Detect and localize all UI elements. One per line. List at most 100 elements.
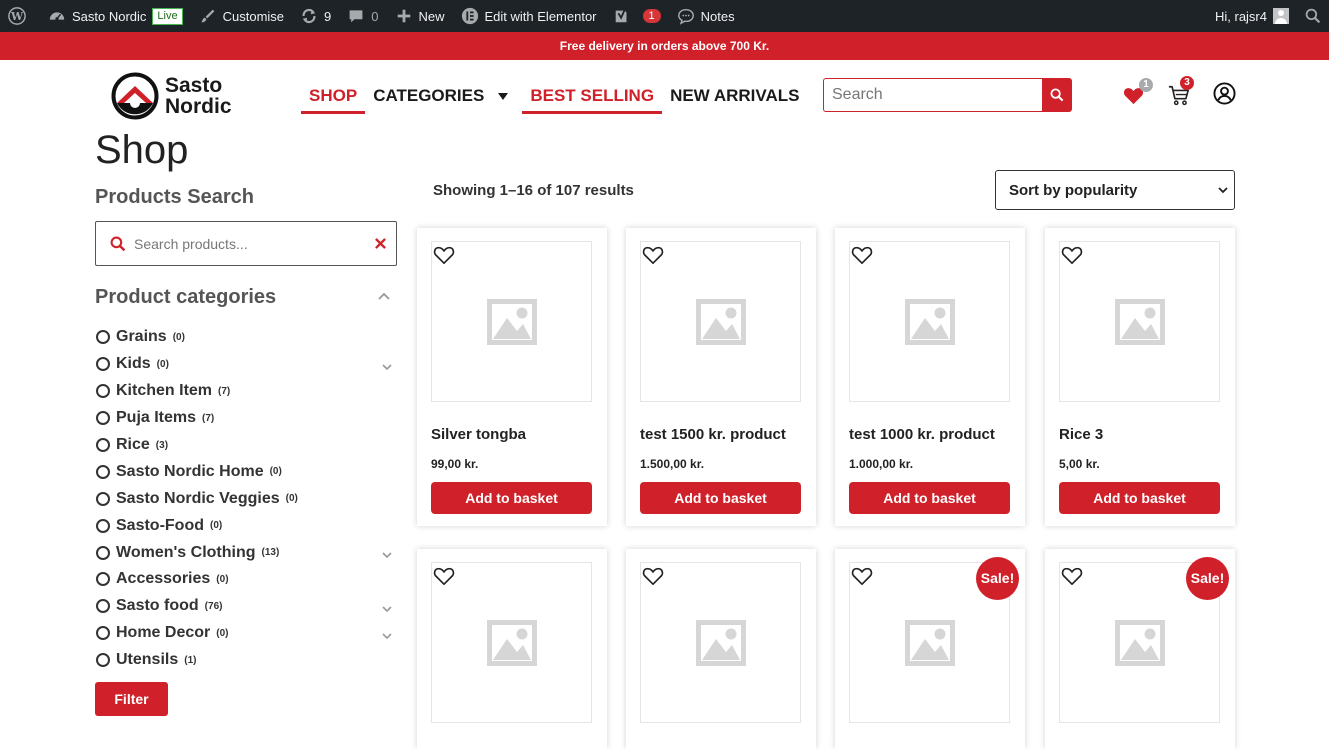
heart-icon[interactable]: [433, 566, 455, 586]
add-to-basket-button[interactable]: Add to basket: [640, 482, 801, 514]
product-image-placeholder[interactable]: [849, 241, 1010, 402]
category-count: (7): [218, 385, 231, 397]
updates-count: 9: [324, 8, 332, 24]
heart-icon[interactable]: [851, 245, 873, 265]
category-radio[interactable]: [96, 411, 110, 426]
product-title[interactable]: test 1000 kr. product: [849, 426, 995, 443]
product-title[interactable]: Silver tongba: [431, 426, 526, 443]
product-title[interactable]: Rice 3: [1059, 426, 1103, 443]
product-card[interactable]: Rice 3 5,00 kr. Add to basket: [1045, 228, 1235, 526]
product-image-placeholder[interactable]: [431, 241, 592, 402]
category-name: Sasto food: [116, 597, 199, 615]
admin-search-button[interactable]: [1297, 0, 1329, 32]
product-card[interactable]: Sale!: [1045, 549, 1235, 749]
category-radio[interactable]: [96, 330, 110, 345]
category-item[interactable]: Sasto Nordic Home (0): [95, 458, 397, 485]
category-item[interactable]: Grains (0): [95, 324, 397, 351]
chevron-down-icon[interactable]: [382, 546, 392, 564]
header-search-input[interactable]: [823, 78, 1042, 112]
category-list: Grains (0) Kids (0) Kitchen Item (7) Puja Item…: [95, 324, 397, 674]
category-radio[interactable]: [96, 491, 110, 506]
category-radio[interactable]: [96, 464, 110, 479]
category-radio[interactable]: [96, 626, 110, 641]
add-to-basket-button[interactable]: Add to basket: [431, 482, 592, 514]
chevron-down-icon[interactable]: [382, 358, 392, 376]
sort-select[interactable]: Sort by popularity: [995, 170, 1235, 210]
product-card[interactable]: test 1000 kr. product 1.000,00 kr. Add to …: [835, 228, 1025, 526]
category-item[interactable]: Home Decor (0): [95, 620, 397, 647]
category-item[interactable]: Rice (3): [95, 432, 397, 459]
category-item[interactable]: Utensils (1): [95, 647, 397, 674]
new-content-menu[interactable]: New: [387, 0, 453, 32]
filter-button[interactable]: Filter: [95, 682, 168, 716]
nav-shop[interactable]: Shop: [301, 78, 366, 114]
updates-link[interactable]: 9: [292, 0, 339, 32]
updates-icon: [300, 7, 318, 25]
category-name: Home Decor: [116, 624, 211, 642]
cart-link[interactable]: 3: [1167, 76, 1194, 107]
user-account-icon: [1212, 81, 1236, 105]
my-account-menu[interactable]: Hi, rajsr4: [1207, 0, 1297, 32]
customise-link[interactable]: Customise: [191, 0, 292, 32]
add-to-basket-button[interactable]: Add to basket: [1059, 482, 1220, 514]
nav-new-arrivals[interactable]: New Arrivals: [662, 78, 807, 114]
category-item[interactable]: Sasto-Food (0): [95, 512, 397, 539]
category-item[interactable]: Women's Clothing (13): [95, 539, 397, 566]
chevron-down-icon[interactable]: [382, 627, 392, 645]
account-link[interactable]: [1212, 81, 1236, 105]
product-card[interactable]: [417, 549, 607, 749]
site-logo[interactable]: Sasto Nordic: [111, 72, 232, 120]
category-item[interactable]: Kids (0): [95, 351, 397, 378]
category-item[interactable]: Sasto Nordic Veggies (0): [95, 485, 397, 512]
header-search-button[interactable]: [1042, 78, 1072, 112]
image-placeholder-icon: [692, 293, 750, 351]
products-search-input[interactable]: [134, 235, 354, 252]
nav-categories[interactable]: Categories: [365, 78, 516, 114]
category-radio[interactable]: [96, 384, 110, 399]
product-image-placeholder[interactable]: [1059, 241, 1220, 402]
product-image-placeholder[interactable]: [431, 562, 592, 723]
product-categories-heading: Product categories: [95, 286, 277, 308]
comments-link[interactable]: 0: [339, 0, 386, 32]
clear-search-icon[interactable]: [375, 238, 386, 249]
product-card[interactable]: test 1500 kr. product 1.500,00 kr. Add to …: [626, 228, 816, 526]
wishlist-count-badge: 1: [1139, 78, 1153, 92]
category-radio[interactable]: [96, 599, 110, 614]
wishlist-link[interactable]: 1: [1122, 78, 1153, 106]
category-item[interactable]: Kitchen Item (7): [95, 378, 397, 405]
wordpress-logo-menu[interactable]: W: [0, 0, 40, 32]
category-radio[interactable]: [96, 653, 110, 668]
product-image-placeholder[interactable]: [640, 562, 801, 723]
sale-badge: Sale!: [1186, 557, 1229, 600]
heart-icon[interactable]: [1061, 245, 1083, 265]
product-title[interactable]: test 1500 kr. product: [640, 426, 786, 443]
category-radio[interactable]: [96, 545, 110, 560]
heart-icon[interactable]: [433, 245, 455, 265]
chevron-down-icon[interactable]: [382, 600, 392, 618]
category-item[interactable]: Accessories (0): [95, 566, 397, 593]
notes-link[interactable]: Notes: [669, 0, 743, 32]
site-name-menu[interactable]: Sasto Nordic Live: [40, 0, 191, 32]
heart-icon[interactable]: [851, 566, 873, 586]
search-icon: [1050, 88, 1064, 102]
product-image-placeholder[interactable]: [640, 241, 801, 402]
heart-icon[interactable]: [1061, 566, 1083, 586]
product-card[interactable]: [626, 549, 816, 749]
product-price: 1.000,00 kr.: [849, 457, 914, 471]
category-item[interactable]: Puja Items (7): [95, 405, 397, 432]
nav-best-selling[interactable]: Best Selling: [522, 78, 662, 114]
notes-speech-icon: [677, 7, 695, 25]
chevron-up-icon[interactable]: [378, 292, 390, 300]
product-card[interactable]: Silver tongba 99,00 kr. Add to basket: [417, 228, 607, 526]
category-item[interactable]: Sasto food (76): [95, 593, 397, 620]
edit-with-elementor-link[interactable]: Edit with Elementor: [453, 0, 605, 32]
product-card[interactable]: Sale!: [835, 549, 1025, 749]
category-radio[interactable]: [96, 518, 110, 533]
add-to-basket-button[interactable]: Add to basket: [849, 482, 1010, 514]
yoast-seo-menu[interactable]: 1: [605, 0, 669, 32]
heart-icon[interactable]: [642, 245, 664, 265]
category-radio[interactable]: [96, 572, 110, 587]
heart-icon[interactable]: [642, 566, 664, 586]
category-radio[interactable]: [96, 438, 110, 452]
category-radio[interactable]: [96, 357, 110, 372]
